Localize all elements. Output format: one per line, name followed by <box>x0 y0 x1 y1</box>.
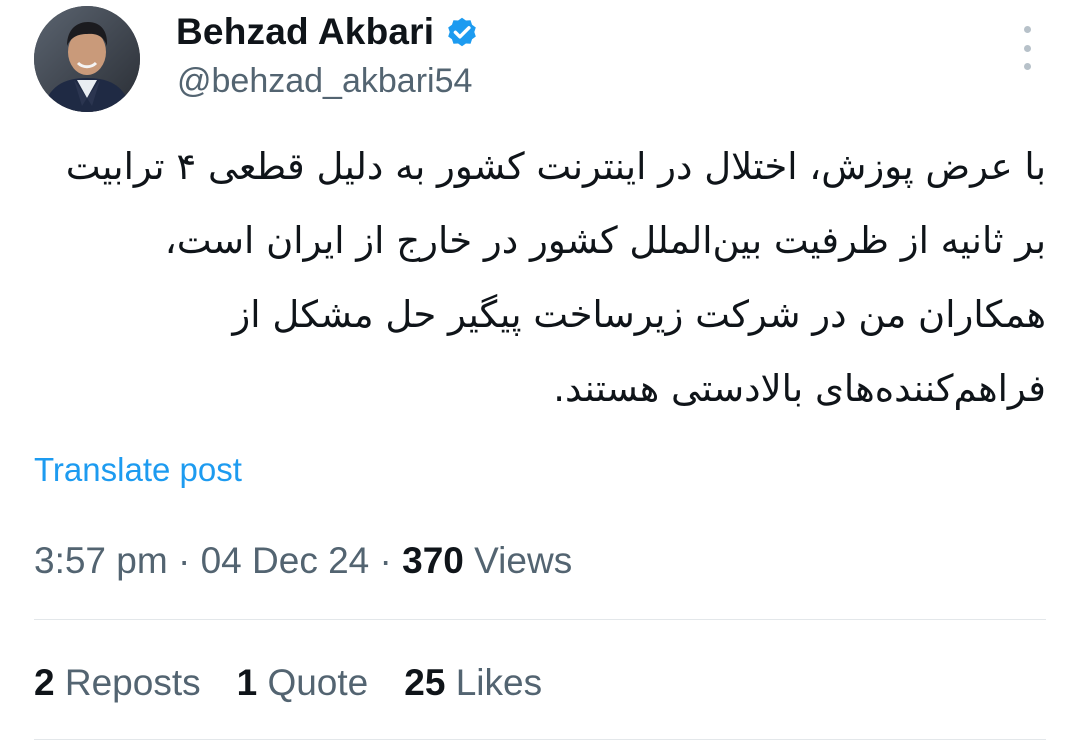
tweet-text: با عرض پوزش، اختلال در اینترنت کشور به د… <box>65 145 1046 410</box>
author-display-name-row[interactable]: Behzad Akbari <box>176 10 480 54</box>
avatar-image <box>34 6 140 112</box>
likes-label: Likes <box>455 662 543 703</box>
quotes-label: Quote <box>267 662 369 703</box>
views-count: 370 <box>402 540 464 581</box>
more-dot <box>1023 26 1031 33</box>
author-display-name[interactable]: Behzad Akbari <box>176 10 434 54</box>
verified-badge-icon <box>444 14 480 50</box>
translate-post-link[interactable]: Translate post <box>34 450 242 490</box>
tweet-time[interactable]: 3:57 pm <box>34 540 168 581</box>
likes-count: 25 <box>404 662 446 703</box>
engagement-stats: 2 Reposts 1 Quote 25 Likes <box>34 660 542 706</box>
author-handle[interactable]: @behzad_akbari54 <box>177 60 472 102</box>
tweet-meta: 3:57 pm · 04 Dec 24 · 370 Views <box>34 538 572 584</box>
divider <box>34 619 1046 620</box>
likes-stat[interactable]: 25 Likes <box>404 660 542 706</box>
quotes-stat[interactable]: 1 Quote <box>237 660 369 706</box>
more-vertical-icon[interactable] <box>1010 26 1044 70</box>
quotes-count: 1 <box>236 662 258 703</box>
more-dot <box>1023 63 1031 70</box>
more-dot <box>1023 44 1031 52</box>
meta-separator: · <box>379 540 403 581</box>
divider <box>34 739 1046 740</box>
views-label: Views <box>474 540 573 581</box>
meta-separator: · <box>177 540 201 581</box>
avatar[interactable] <box>34 6 140 112</box>
tweet-date[interactable]: 04 Dec 24 <box>201 540 370 581</box>
reposts-stat[interactable]: 2 Reposts <box>34 660 201 706</box>
reposts-label: Reposts <box>64 662 201 703</box>
reposts-count: 2 <box>34 662 55 703</box>
